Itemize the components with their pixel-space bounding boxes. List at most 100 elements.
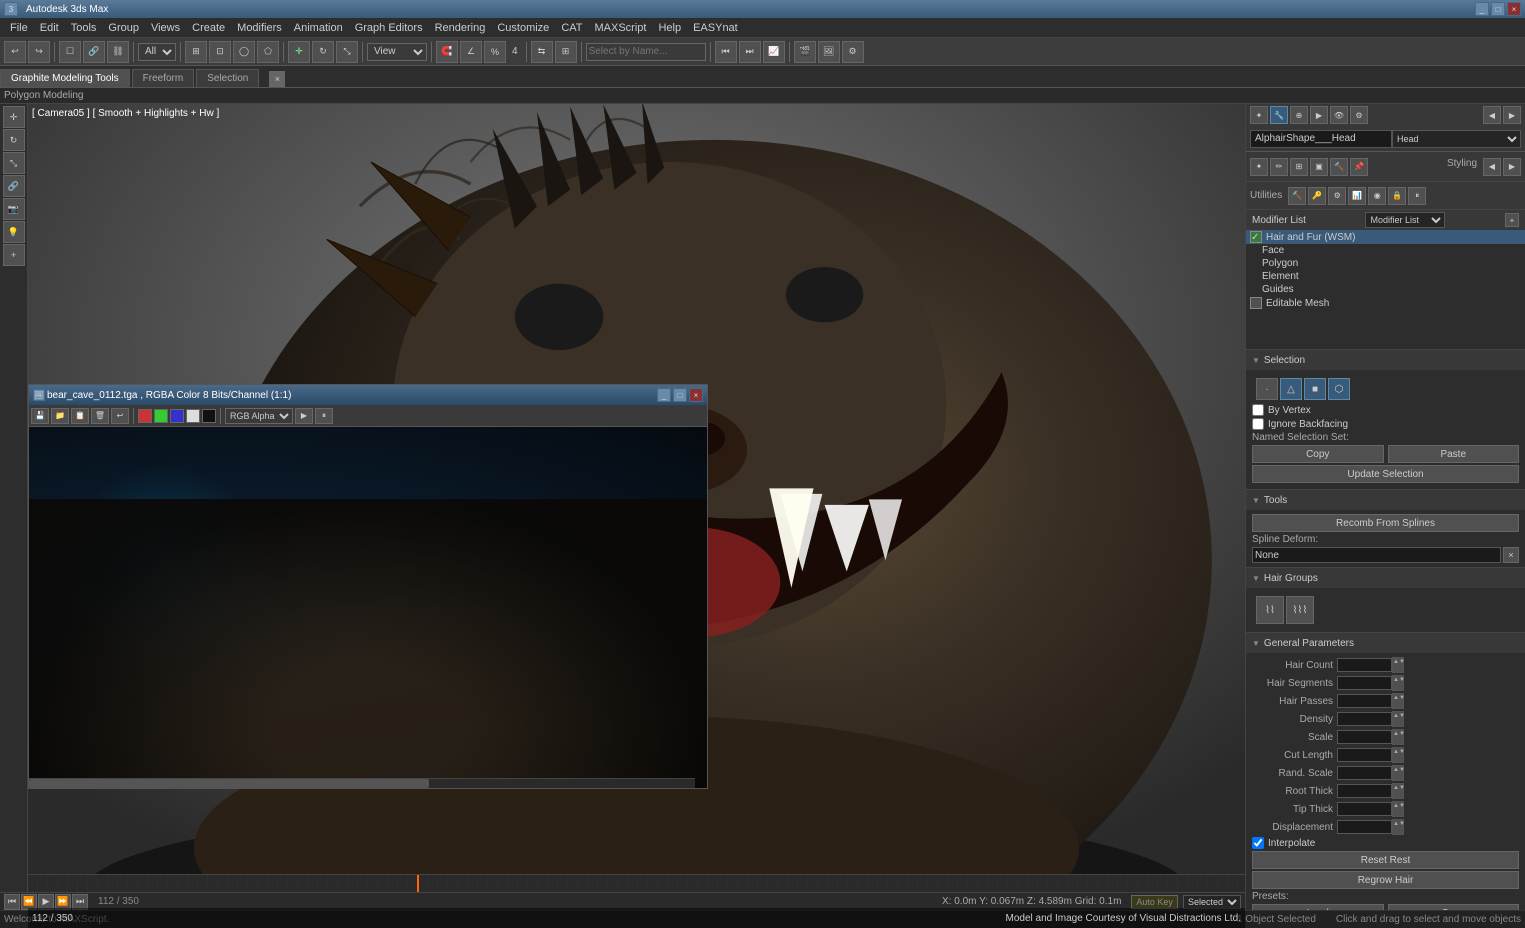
util-icon-4[interactable]: 📊: [1348, 187, 1366, 205]
img-color-green[interactable]: [154, 409, 168, 423]
menu-create[interactable]: Create: [186, 20, 231, 36]
modifier-dropdown[interactable]: Modifier List: [1365, 212, 1445, 228]
toolbar-move[interactable]: ✛: [288, 41, 310, 63]
mod-checkbox-2[interactable]: [1250, 297, 1262, 309]
toolbar-anim-next[interactable]: ⏭: [739, 41, 761, 63]
img-color-blue[interactable]: [170, 409, 184, 423]
tab-close-btn[interactable]: ×: [269, 71, 285, 87]
timeline-cursor[interactable]: [417, 875, 419, 892]
density-spinner[interactable]: ▲▼: [1392, 711, 1404, 727]
tip-thick-input[interactable]: 0.0: [1337, 802, 1392, 816]
object-color-select[interactable]: Head: [1392, 130, 1521, 148]
panel-icon-modify[interactable]: 🔧: [1270, 106, 1288, 124]
sel-element-icon[interactable]: ⬡: [1328, 378, 1350, 400]
root-thick-input[interactable]: 0.0: [1337, 784, 1392, 798]
menu-maxscript[interactable]: MAXScript: [589, 20, 653, 36]
toolbar-scale[interactable]: ⤡: [336, 41, 358, 63]
img-copy-btn[interactable]: 📋: [71, 408, 89, 424]
menu-customize[interactable]: Customize: [491, 20, 555, 36]
toolbar-render-settings[interactable]: ⚙: [842, 41, 864, 63]
tool-rotate[interactable]: ↻: [3, 129, 25, 151]
tool-move[interactable]: ✛: [3, 106, 25, 128]
toolbar-unlink[interactable]: ⛓: [107, 41, 129, 63]
modifier-item-editable-mesh[interactable]: Editable Mesh: [1246, 296, 1525, 310]
object-name-field[interactable]: [1250, 130, 1392, 148]
ignore-backfacing-cb[interactable]: [1252, 418, 1264, 430]
hg-icon-1[interactable]: ⌇⌇: [1256, 596, 1284, 624]
menu-file[interactable]: File: [4, 20, 34, 36]
menu-group[interactable]: Group: [102, 20, 145, 36]
hair-count-spinner[interactable]: ▲▼: [1392, 657, 1404, 673]
tools-header[interactable]: Tools: [1246, 490, 1525, 510]
menu-graph-editors[interactable]: Graph Editors: [349, 20, 429, 36]
spline-deform-btn[interactable]: ×: [1503, 547, 1519, 563]
recomb-splines-btn[interactable]: Recomb From Splines: [1252, 514, 1519, 532]
img-delete-btn[interactable]: 🗑: [91, 408, 109, 424]
update-selection-btn[interactable]: Update Selection: [1252, 465, 1519, 483]
scale-spinner[interactable]: ▲▼: [1392, 729, 1404, 745]
toolbar-array[interactable]: ⊞: [555, 41, 577, 63]
toolbar-snap[interactable]: 🧲: [436, 41, 458, 63]
density-input[interactable]: 100.0: [1337, 712, 1392, 726]
toolbar-select-circle[interactable]: ◯: [233, 41, 255, 63]
tool-light[interactable]: 💡: [3, 221, 25, 243]
menu-easynat[interactable]: EASYnat: [687, 20, 744, 36]
reset-rest-btn[interactable]: Reset Rest: [1252, 851, 1519, 869]
by-vertex-cb[interactable]: [1252, 404, 1264, 416]
toolbar-render-frame[interactable]: 🖼: [818, 41, 840, 63]
tool-scale[interactable]: ⤡: [3, 152, 25, 174]
selection-copy-btn[interactable]: Copy: [1252, 445, 1384, 463]
tool-helper[interactable]: +: [3, 244, 25, 266]
img-folder-btn[interactable]: 📁: [51, 408, 69, 424]
style-icon-6[interactable]: 📌: [1350, 158, 1368, 176]
img-play-btn[interactable]: ▶: [295, 408, 313, 424]
displacement-spinner[interactable]: ▲▼: [1392, 819, 1404, 835]
modifier-add-btn[interactable]: +: [1505, 213, 1519, 227]
panel-icon-motion[interactable]: ▶: [1310, 106, 1328, 124]
img-hscroll-thumb[interactable]: [29, 779, 429, 788]
panel-icon-extra2[interactable]: ▶: [1503, 106, 1521, 124]
tab-graphite[interactable]: Graphite Modeling Tools: [0, 69, 130, 87]
view-dropdown[interactable]: View: [367, 43, 427, 61]
util-rollout-btn[interactable]: ⏸: [1408, 187, 1426, 205]
menu-rendering[interactable]: Rendering: [429, 20, 492, 36]
menu-modifiers[interactable]: Modifiers: [231, 20, 288, 36]
tip-thick-spinner[interactable]: ▲▼: [1392, 801, 1404, 817]
modifier-item-polygon[interactable]: Polygon: [1258, 257, 1525, 270]
hair-passes-spinner[interactable]: ▲▼: [1392, 693, 1404, 709]
toolbar-select-fence[interactable]: ⬠: [257, 41, 279, 63]
timeline-bar[interactable]: [28, 874, 1245, 892]
selection-header[interactable]: Selection: [1246, 350, 1525, 370]
panel-icon-extra1[interactable]: ◀: [1483, 106, 1501, 124]
regrow-hair-btn[interactable]: Regrow Hair: [1252, 871, 1519, 889]
style-icon-r1[interactable]: ◀: [1483, 158, 1501, 176]
toolbar-select-by-name[interactable]: ⊞: [185, 41, 207, 63]
cut-length-input[interactable]: 100.0: [1337, 748, 1392, 762]
scale-input[interactable]: 100.0: [1337, 730, 1392, 744]
img-color-black[interactable]: [202, 409, 216, 423]
img-color-red[interactable]: [138, 409, 152, 423]
toolbar-anim-prev[interactable]: ⏮: [715, 41, 737, 63]
rand-scale-input[interactable]: 0.0: [1337, 766, 1392, 780]
img-save-btn[interactable]: 💾: [31, 408, 49, 424]
toolbar-link[interactable]: 🔗: [83, 41, 105, 63]
util-icon-3[interactable]: ⚙: [1328, 187, 1346, 205]
style-icon-r2[interactable]: ▶: [1503, 158, 1521, 176]
style-icon-1[interactable]: ✦: [1250, 158, 1268, 176]
img-channel-select[interactable]: RGB Alpha: [225, 408, 293, 424]
tab-freeform[interactable]: Freeform: [132, 69, 195, 87]
sel-vertex-icon[interactable]: ·: [1256, 378, 1278, 400]
toolbar-render[interactable]: 🎬: [794, 41, 816, 63]
selection-paste-btn[interactable]: Paste: [1388, 445, 1520, 463]
toolbar-mirror[interactable]: ⇆: [531, 41, 553, 63]
panel-icon-hierarchy[interactable]: ⊕: [1290, 106, 1308, 124]
menu-views[interactable]: Views: [145, 20, 186, 36]
toolbar-select[interactable]: ☐: [59, 41, 81, 63]
img-win-close[interactable]: ×: [689, 388, 703, 402]
close-btn[interactable]: ×: [1507, 2, 1521, 16]
panel-icon-create[interactable]: ✦: [1250, 106, 1268, 124]
menu-cat[interactable]: CAT: [555, 20, 588, 36]
toolbar-redo[interactable]: ↪: [28, 41, 50, 63]
toolbar-angle[interactable]: ∠: [460, 41, 482, 63]
hair-count-input[interactable]: 15000: [1337, 658, 1392, 672]
